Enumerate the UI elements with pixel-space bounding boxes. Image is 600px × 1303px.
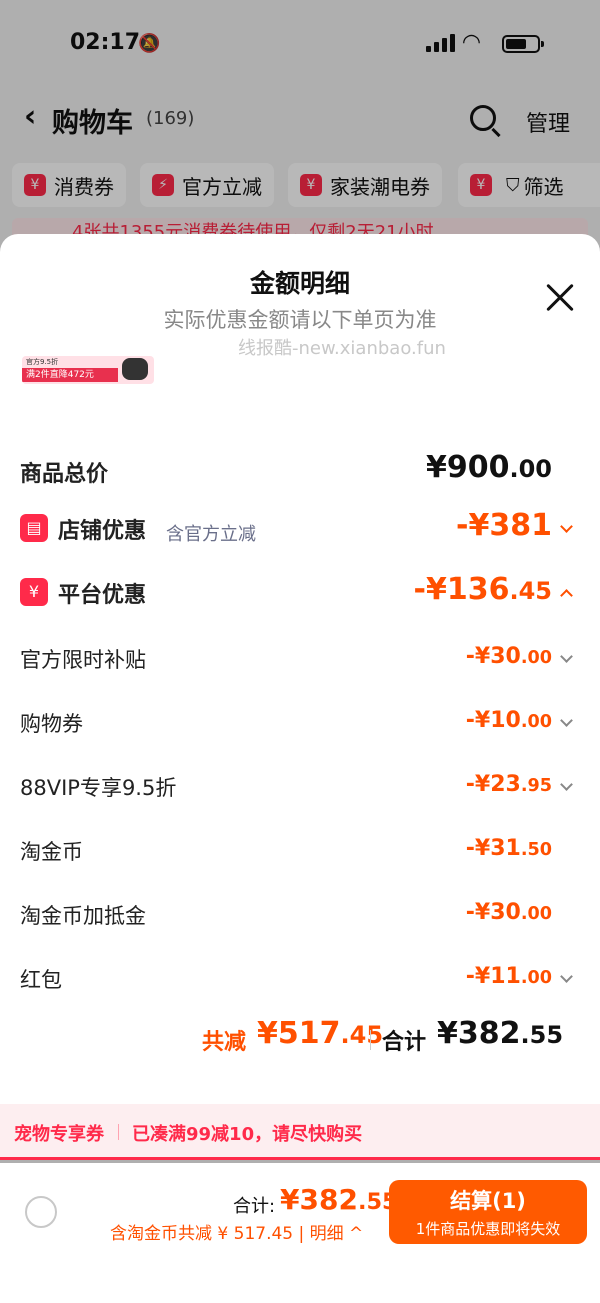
discount-item-value: -¥11.00 xyxy=(465,964,552,989)
discount-item-row[interactable]: 官方限时补贴 -¥30.00 xyxy=(0,638,600,678)
chevron-up-icon: ^ xyxy=(343,1224,364,1244)
sheet-subtitle: 实际优惠金额请以下单页为准 xyxy=(163,308,437,332)
discount-item-row: 淘金币 -¥31.50 xyxy=(0,830,600,870)
discount-item-row[interactable]: 红包 -¥11.00 xyxy=(0,958,600,998)
discount-item-label: 88VIP专享9.5折 xyxy=(20,776,177,800)
thumb-line2: 满2件直降472元 xyxy=(22,368,118,382)
product-thumbnail: 官方9.5折 满2件直降472元 xyxy=(22,356,154,384)
pet-coupon-tag: 宠物专享券 xyxy=(14,1124,104,1145)
bottom-total-label: 合计: xyxy=(233,1196,276,1217)
total-price-row: 商品总价 ¥900.00 xyxy=(0,446,600,487)
summary-line: 共减 ¥517.45 合计 ¥382.55 xyxy=(0,1014,600,1058)
discount-item-row[interactable]: 88VIP专享9.5折 -¥23.95 xyxy=(0,766,600,806)
pet-coupon-message: 已凑满99减10，请尽快购买 xyxy=(132,1124,363,1145)
close-icon[interactable] xyxy=(540,278,580,318)
platform-discount-value: -¥136.45 xyxy=(413,572,552,607)
platform-discount-label: 平台优惠 xyxy=(58,583,147,608)
total-saved-value: ¥517.45 xyxy=(257,1016,384,1051)
select-all-checkbox[interactable] xyxy=(25,1196,57,1228)
store-discount-label: 店铺优惠 xyxy=(58,519,147,544)
divider xyxy=(118,1124,119,1140)
price-detail-sheet: 金额明细 实际优惠金额请以下单页为准 线报酷-new.xianbao.fun 官… xyxy=(0,234,600,1160)
store-discount-value: -¥381 xyxy=(456,508,552,543)
mascot-icon xyxy=(122,358,148,380)
store-icon: ▤ xyxy=(20,514,48,542)
checkout-label: 结算(1) xyxy=(450,1189,526,1213)
bottom-total-value: ¥382.55 xyxy=(280,1183,398,1216)
detail-toggle[interactable]: 含淘金币共减 ¥ 517.45 | 明细 ^ xyxy=(110,1219,363,1244)
platform-discount-row[interactable]: ¥ 平台优惠 -¥136.45 xyxy=(0,572,600,612)
chevron-down-icon xyxy=(560,714,573,727)
discount-item-label: 官方限时补贴 xyxy=(20,648,146,672)
discount-item-row: 淘金币加抵金 -¥30.00 xyxy=(0,894,600,934)
divider xyxy=(370,1030,371,1050)
checkout-button[interactable]: 结算(1) 1件商品优惠即将失效 xyxy=(389,1180,587,1244)
pet-coupon-bar[interactable]: 宠物专享券 已凑满99减10，请尽快购买 xyxy=(0,1104,600,1160)
chevron-down-icon xyxy=(560,970,573,983)
total-saved-label: 共减 xyxy=(202,1030,247,1055)
final-total-value: ¥382.55 xyxy=(437,1016,564,1051)
discount-item-value: -¥10.00 xyxy=(465,708,552,733)
final-total-label: 合计 xyxy=(382,1030,427,1055)
thumb-line1: 官方9.5折 xyxy=(26,358,59,366)
discount-item-value: -¥31.50 xyxy=(465,836,552,861)
discount-item-label: 淘金币 xyxy=(20,840,83,864)
chevron-down-icon xyxy=(560,778,573,791)
chevron-up-icon xyxy=(560,589,573,602)
platform-coupon-icon: ¥ xyxy=(20,578,48,606)
discount-item-label: 购物券 xyxy=(20,712,83,736)
discount-item-value: -¥30.00 xyxy=(465,644,552,669)
discount-item-value: -¥23.95 xyxy=(465,772,552,797)
discount-item-row[interactable]: 购物券 -¥10.00 xyxy=(0,702,600,742)
discount-item-label: 淘金币加抵金 xyxy=(20,904,146,928)
watermark: 线报酷-new.xianbao.fun xyxy=(238,338,446,359)
store-discount-row[interactable]: ▤ 店铺优惠 含官方立减 -¥381 xyxy=(0,508,600,548)
sheet-title: 金额明细 xyxy=(249,269,350,298)
total-price-label: 商品总价 xyxy=(20,462,109,487)
store-discount-note: 含官方立减 xyxy=(166,524,256,545)
checkout-bar: 合计: ¥382.55 含淘金币共减 ¥ 517.45 | 明细 ^ 结算(1)… xyxy=(0,1163,600,1303)
chevron-down-icon xyxy=(560,520,573,533)
discount-item-label: 红包 xyxy=(20,968,62,992)
total-price-value: ¥900.00 xyxy=(425,450,552,485)
discount-item-value: -¥30.00 xyxy=(465,900,552,925)
checkout-subtext: 1件商品优惠即将失效 xyxy=(415,1220,561,1238)
chevron-down-icon xyxy=(560,650,573,663)
